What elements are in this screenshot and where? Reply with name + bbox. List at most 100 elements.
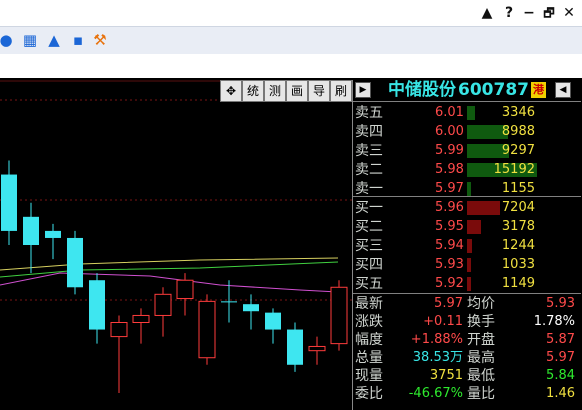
sell-row[interactable]: 卖三 5.99 9297 xyxy=(353,142,581,160)
refresh-button[interactable]: 刷 xyxy=(330,80,352,102)
stat-row: 现量 3751 最低 5.84 xyxy=(353,367,581,385)
stat-row: 委比 -46.67% 量比 1.46 xyxy=(353,385,581,403)
order-volume-bar xyxy=(467,239,472,253)
order-label: 买三 xyxy=(355,238,383,254)
restore-button[interactable]: 🗗 xyxy=(540,4,558,22)
stat-label: 幅度 xyxy=(355,332,383,348)
order-volume-bar xyxy=(467,182,471,196)
order-volume: 3346 xyxy=(501,105,535,120)
stat-value: 1.78% xyxy=(533,314,575,329)
buy-row[interactable]: 买四 5.93 1033 xyxy=(353,256,581,274)
sell-row[interactable]: 卖五 6.01 3346 xyxy=(353,104,581,122)
candle-body xyxy=(45,230,61,238)
order-price: 5.93 xyxy=(435,257,464,272)
close-button[interactable]: ✕ xyxy=(560,4,578,22)
sell-row[interactable]: 卖四 6.00 8988 xyxy=(353,123,581,141)
minimize-button[interactable]: − xyxy=(520,4,538,22)
order-volume: 15192 xyxy=(493,162,535,177)
order-label: 卖五 xyxy=(355,105,383,121)
stat-value: 5.97 xyxy=(434,296,463,311)
candle-body xyxy=(198,300,216,359)
stat-label: 总量 xyxy=(355,350,383,366)
stat-value: 5.84 xyxy=(546,368,575,383)
candle-body xyxy=(1,174,17,231)
stat-value: 5.97 xyxy=(546,350,575,365)
crosshair-button[interactable]: ✥ xyxy=(220,80,242,102)
mic-icon[interactable]: ● xyxy=(0,30,16,50)
order-label: 买二 xyxy=(355,219,383,235)
stat-label: 最低 xyxy=(467,368,495,384)
order-volume-bar xyxy=(467,277,471,291)
order-price: 5.99 xyxy=(435,143,464,158)
draw-button[interactable]: 画 xyxy=(286,80,308,102)
candle-body xyxy=(287,329,303,365)
pin-icon[interactable]: ▲ xyxy=(478,4,496,22)
order-price: 5.96 xyxy=(435,200,464,215)
shirt-icon[interactable]: ▲ xyxy=(44,30,64,50)
candle-body xyxy=(132,314,150,323)
buy-row[interactable]: 买二 5.95 3178 xyxy=(353,218,581,236)
moving-average-lines xyxy=(0,257,339,293)
stat-value: 5.87 xyxy=(546,332,575,347)
order-label: 卖二 xyxy=(355,162,383,178)
order-label: 买一 xyxy=(355,200,383,216)
divider xyxy=(353,101,581,102)
chart-grid xyxy=(0,80,352,301)
order-price: 5.94 xyxy=(435,238,464,253)
order-label: 买五 xyxy=(355,276,383,292)
order-volume: 8988 xyxy=(501,124,535,139)
order-volume-bar xyxy=(467,106,475,120)
ma-line xyxy=(0,272,339,293)
candle-body xyxy=(154,293,172,316)
stat-label: 委比 xyxy=(355,386,383,402)
measure-button[interactable]: 测 xyxy=(264,80,286,102)
tool-icon[interactable]: ⚒ xyxy=(90,30,110,50)
order-price: 6.00 xyxy=(435,124,464,139)
order-volume: 1149 xyxy=(501,276,535,291)
stat-label: 现量 xyxy=(355,368,383,384)
stat-row: 总量 38.53万 最高 5.97 xyxy=(353,349,581,367)
stat-value: 3751 xyxy=(429,368,463,383)
grid-icon[interactable]: ▪ xyxy=(68,30,88,50)
stat-label: 量比 xyxy=(467,386,495,402)
divider xyxy=(353,293,581,294)
order-label: 卖三 xyxy=(355,143,383,159)
stat-value: -46.67% xyxy=(408,386,463,401)
stat-label: 最新 xyxy=(355,296,383,312)
kline-chart[interactable] xyxy=(0,80,352,410)
stock-name: 中储股份 xyxy=(388,80,456,100)
order-volume: 3178 xyxy=(501,219,535,234)
order-volume-bar xyxy=(467,258,471,272)
stat-row: 幅度 +1.88% 开盘 5.87 xyxy=(353,331,581,349)
prev-stock-button[interactable]: ▶ xyxy=(355,82,371,98)
next-stock-button[interactable]: ◀ xyxy=(555,82,571,98)
order-volume: 1033 xyxy=(501,257,535,272)
hk-badge[interactable]: 港 xyxy=(531,82,546,98)
stat-value: 38.53万 xyxy=(412,350,463,365)
order-price: 5.92 xyxy=(435,276,464,291)
stat-row: 涨跌 +0.11 换手 1.78% xyxy=(353,313,581,331)
buy-row[interactable]: 买三 5.94 1244 xyxy=(353,237,581,255)
stat-label: 换手 xyxy=(467,314,495,330)
toolbar-strip xyxy=(0,54,582,78)
stat-label: 最高 xyxy=(467,350,495,366)
keyboard-icon[interactable]: ▦ xyxy=(20,30,40,50)
order-volume: 7204 xyxy=(501,200,535,215)
order-volume: 9297 xyxy=(501,143,535,158)
candle-body xyxy=(221,301,237,303)
order-price: 6.01 xyxy=(435,105,464,120)
buy-row[interactable]: 买一 5.96 7204 xyxy=(353,199,581,217)
export-button[interactable]: 导 xyxy=(308,80,330,102)
stat-value: 1.46 xyxy=(546,386,575,401)
chart-toolbar: ✥ 统 测 画 导 刷 xyxy=(220,80,352,102)
candle-body xyxy=(89,280,105,330)
candlesticks xyxy=(1,160,348,393)
stock-code: 600787 xyxy=(458,80,529,100)
order-volume-bar xyxy=(467,220,481,234)
stats-button[interactable]: 统 xyxy=(242,80,264,102)
stat-value: +0.11 xyxy=(423,314,463,329)
buy-row[interactable]: 买五 5.92 1149 xyxy=(353,275,581,293)
order-volume: 1244 xyxy=(501,238,535,253)
help-icon[interactable]: ? xyxy=(500,4,518,22)
sell-row[interactable]: 卖二 5.98 15192 xyxy=(353,161,581,179)
